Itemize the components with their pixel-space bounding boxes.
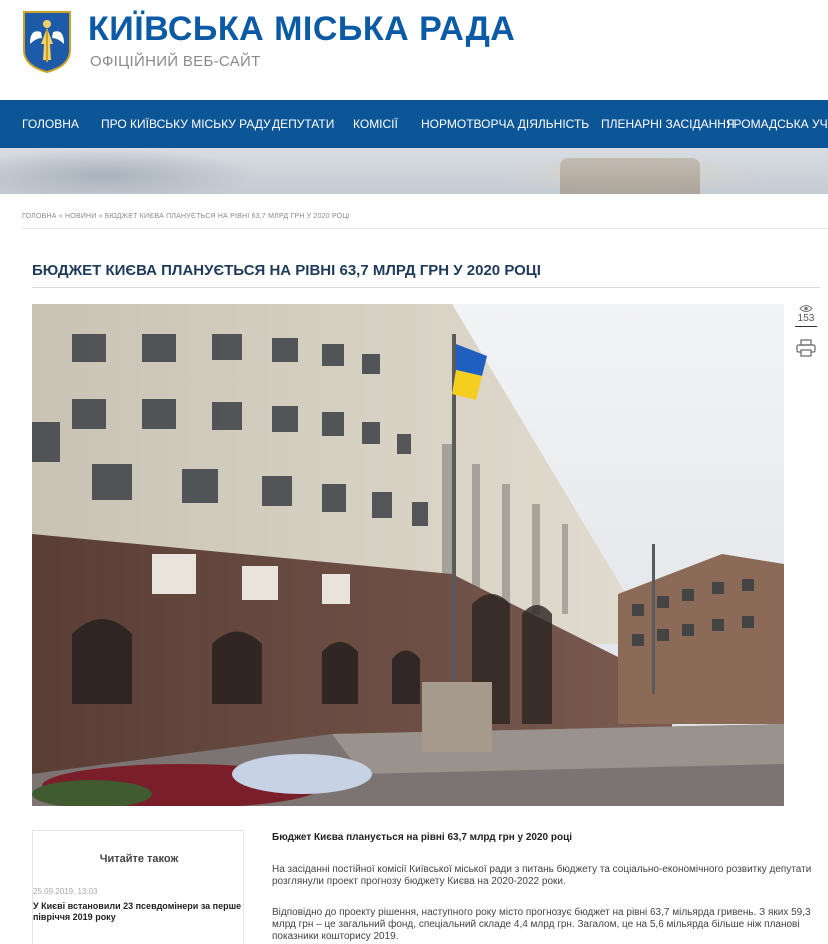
breadcrumb[interactable]: ГОЛОВНА » НОВИНИ » БЮДЖЕТ КИЄВА ПЛАНУЄТЬ… [22, 213, 350, 220]
nav-item-public[interactable]: ГРОМАДСЬКА УЧАСТ [727, 100, 828, 148]
read-also-title: Читайте також [99, 853, 179, 865]
nav-item-home[interactable]: ГОЛОВНА [22, 100, 79, 148]
nav-item-about[interactable]: ПРО КИЇВСЬКУ МІСЬКУ РАДУ [101, 100, 271, 148]
kyiv-coat-of-arms-icon[interactable] [22, 10, 72, 74]
views-count: 153 [797, 313, 815, 324]
eye-icon [799, 305, 813, 312]
article-title: БЮДЖЕТ КИЄВА ПЛАНУЄТЬСЯ НА РІВНІ 63,7 МЛ… [32, 262, 541, 279]
nav-item-plenary[interactable]: ПЛЕНАРНІ ЗАСІДАННЯ [601, 100, 735, 148]
main-navigation: ГОЛОВНА ПРО КИЇВСЬКУ МІСЬКУ РАДУ ДЕПУТАТ… [0, 100, 828, 148]
article-lead-heading: Бюджет Києва планується на рівні 63,7 мл… [272, 832, 573, 843]
read-also-date: 25.09.2019, 13:03 [33, 887, 98, 896]
divider [32, 287, 820, 288]
site-header: КИЇВСЬКА МІСЬКА РАДА ОФІЦІЙНИЙ ВЕБ-САЙТ [0, 0, 828, 100]
nav-item-deputies[interactable]: ДЕПУТАТИ [272, 100, 334, 148]
nav-item-commissions[interactable]: КОМІСІЇ [353, 100, 398, 148]
read-also-link[interactable]: У Києві встановили 23 псевдомінери за пе… [33, 901, 245, 923]
article-paragraph: Відповідно до проекту рішення, наступног… [272, 907, 811, 942]
site-subtitle: ОФІЦІЙНИЙ ВЕБ-САЙТ [90, 53, 261, 70]
hero-banner [0, 148, 828, 194]
site-title[interactable]: КИЇВСЬКА МІСЬКА РАДА [88, 10, 515, 49]
print-icon[interactable] [796, 339, 816, 357]
read-also-box: Читайте також 25.09.2019, 13:03 У Києві … [32, 830, 244, 944]
article-paragraph: На засіданні постійної комісії Київської… [272, 864, 812, 887]
article-photo [32, 304, 784, 806]
nav-item-rulemaking[interactable]: НОРМОТВОРЧА ДІЯЛЬНІСТЬ [421, 100, 589, 148]
divider [22, 228, 828, 229]
view-counter: 153 [792, 304, 820, 327]
read-also-date-text: 25.09.2019, 13:03 [33, 887, 98, 896]
